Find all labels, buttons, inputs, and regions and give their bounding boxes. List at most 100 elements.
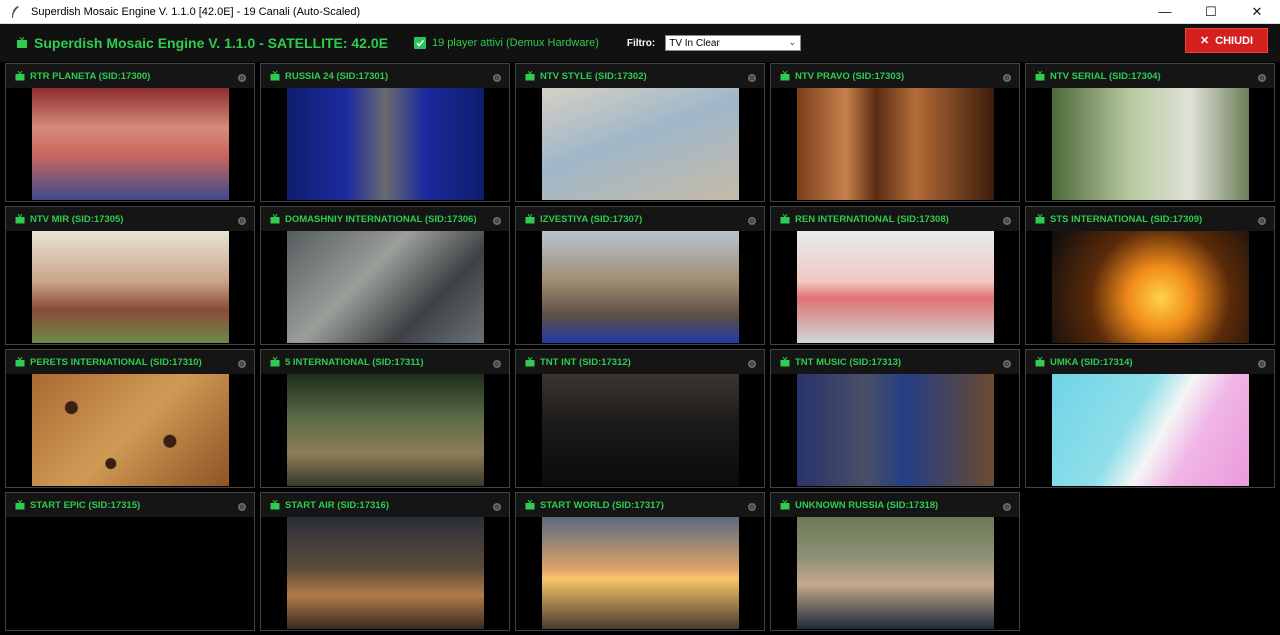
channel-tile[interactable]: PERETS INTERNATIONAL (SID:17310) ⚙ [5,349,255,488]
channel-tile[interactable]: UMKA (SID:17314) ⚙ [1025,349,1275,488]
channel-tile[interactable]: STS INTERNATIONAL (SID:17309) ⚙ [1025,206,1275,345]
channel-label: REN INTERNATIONAL (SID:17308) [795,213,949,225]
settings-icon[interactable]: ⚙ [1003,74,1011,82]
tv-icon [525,214,535,224]
channel-tile[interactable]: START AIR (SID:17316) ⚙ [260,492,510,631]
toolbar: Superdish Mosaic Engine V. 1.1.0 - SATEL… [0,24,1280,62]
channel-video[interactable] [32,231,229,343]
chiudi-button[interactable]: ✕ CHIUDI [1185,28,1268,53]
channel-label: RUSSIA 24 (SID:17301) [285,70,389,82]
channel-video[interactable] [1052,88,1249,200]
channel-video[interactable] [287,374,484,486]
channel-tile-header: IZVESTIYA (SID:17307) ⚙ [516,207,764,231]
channel-label: STS INTERNATIONAL (SID:17309) [1050,213,1203,225]
settings-icon[interactable]: ⚙ [493,217,501,225]
channel-video[interactable] [797,88,994,200]
filter-select[interactable]: TV In Clear ⌄ [665,35,802,51]
channel-tile-header: TNT MUSIC (SID:17313) ⚙ [771,350,1019,374]
channel-label: UNKNOWN RUSSIA (SID:17318) [795,499,939,511]
checkbox-icon[interactable] [414,37,426,49]
channel-tile[interactable]: RUSSIA 24 (SID:17301) ⚙ [260,63,510,202]
settings-icon[interactable]: ⚙ [493,360,501,368]
channel-tile-header: STS INTERNATIONAL (SID:17309) ⚙ [1026,207,1274,231]
window-titlebar: Superdish Mosaic Engine V. 1.1.0 [42.0E]… [0,0,1280,24]
players-status: 19 player attivi (Demux Hardware) [432,37,599,49]
channel-video[interactable] [542,374,739,486]
channel-tile[interactable]: TNT INT (SID:17312) ⚙ [515,349,765,488]
settings-icon[interactable]: ⚙ [238,503,246,511]
feather-app-icon [7,4,23,20]
channel-video[interactable] [287,231,484,343]
channel-tile[interactable]: START EPIC (SID:17315) ⚙ [5,492,255,631]
settings-icon[interactable]: ⚙ [748,360,756,368]
channel-video[interactable] [797,517,994,629]
settings-icon[interactable]: ⚙ [1258,360,1266,368]
channel-tile[interactable]: RTR PLANETA (SID:17300) ⚙ [5,63,255,202]
settings-icon[interactable]: ⚙ [1258,74,1266,82]
settings-icon[interactable]: ⚙ [238,217,246,225]
channel-label: PERETS INTERNATIONAL (SID:17310) [30,356,202,368]
channel-video[interactable] [287,88,484,200]
maximize-button[interactable]: ☐ [1188,0,1234,24]
tv-icon [525,357,535,367]
window-close-button[interactable]: ✕ [1234,0,1280,24]
tv-icon [15,500,25,510]
channel-label: DOMASHNIY INTERNATIONAL (SID:17306) [285,213,477,225]
settings-icon[interactable]: ⚙ [493,74,501,82]
settings-icon[interactable]: ⚙ [748,217,756,225]
channel-video[interactable] [32,374,229,486]
channel-tile[interactable]: START WORLD (SID:17317) ⚙ [515,492,765,631]
minimize-button[interactable]: — [1142,0,1188,24]
tv-icon [780,214,790,224]
channel-tile[interactable]: NTV MIR (SID:17305) ⚙ [5,206,255,345]
channel-tile-header: START AIR (SID:17316) ⚙ [261,493,509,517]
filter-select-value: TV In Clear [669,37,720,49]
channel-tile[interactable]: TNT MUSIC (SID:17313) ⚙ [770,349,1020,488]
channel-label: NTV PRAVO (SID:17303) [795,70,905,82]
tv-icon [270,214,280,224]
channel-tile-header: REN INTERNATIONAL (SID:17308) ⚙ [771,207,1019,231]
channel-tile[interactable]: NTV STYLE (SID:17302) ⚙ [515,63,765,202]
channel-tile[interactable]: NTV PRAVO (SID:17303) ⚙ [770,63,1020,202]
channel-video[interactable] [797,374,994,486]
channel-tile[interactable]: 5 INTERNATIONAL (SID:17311) ⚙ [260,349,510,488]
channel-label: NTV SERIAL (SID:17304) [1050,70,1161,82]
settings-icon[interactable]: ⚙ [1003,503,1011,511]
channel-label: START EPIC (SID:17315) [30,499,141,511]
channel-video[interactable] [542,517,739,629]
channel-video[interactable] [1052,374,1249,486]
settings-icon[interactable]: ⚙ [238,360,246,368]
tv-icon [15,214,25,224]
channel-video[interactable] [542,231,739,343]
channel-label: NTV STYLE (SID:17302) [540,70,647,82]
channel-tile[interactable]: DOMASHNIY INTERNATIONAL (SID:17306) ⚙ [260,206,510,345]
channel-tile[interactable]: NTV SERIAL (SID:17304) ⚙ [1025,63,1275,202]
channel-label: NTV MIR (SID:17305) [30,213,124,225]
settings-icon[interactable]: ⚙ [1258,217,1266,225]
channel-label: START AIR (SID:17316) [285,499,389,511]
channel-video[interactable] [542,88,739,200]
settings-icon[interactable]: ⚙ [748,74,756,82]
channel-video[interactable] [1052,231,1249,343]
channel-video[interactable] [287,517,484,629]
settings-icon[interactable]: ⚙ [748,503,756,511]
channel-tile-header: UMKA (SID:17314) ⚙ [1026,350,1274,374]
tv-icon [16,37,28,49]
settings-icon[interactable]: ⚙ [1003,360,1011,368]
channel-tile[interactable]: UNKNOWN RUSSIA (SID:17318) ⚙ [770,492,1020,631]
settings-icon[interactable]: ⚙ [1003,217,1011,225]
channel-tile-header: NTV MIR (SID:17305) ⚙ [6,207,254,231]
tv-icon [780,357,790,367]
channel-tile[interactable]: IZVESTIYA (SID:17307) ⚙ [515,206,765,345]
tv-icon [1035,71,1045,81]
channel-tile-header: START WORLD (SID:17317) ⚙ [516,493,764,517]
settings-icon[interactable]: ⚙ [238,74,246,82]
channel-video[interactable] [32,517,229,629]
channel-video[interactable] [797,231,994,343]
channel-tile[interactable]: REN INTERNATIONAL (SID:17308) ⚙ [770,206,1020,345]
channel-video[interactable] [32,88,229,200]
chevron-down-icon: ⌄ [788,37,797,47]
channel-tile-header: START EPIC (SID:17315) ⚙ [6,493,254,517]
tv-icon [525,71,535,81]
settings-icon[interactable]: ⚙ [493,503,501,511]
